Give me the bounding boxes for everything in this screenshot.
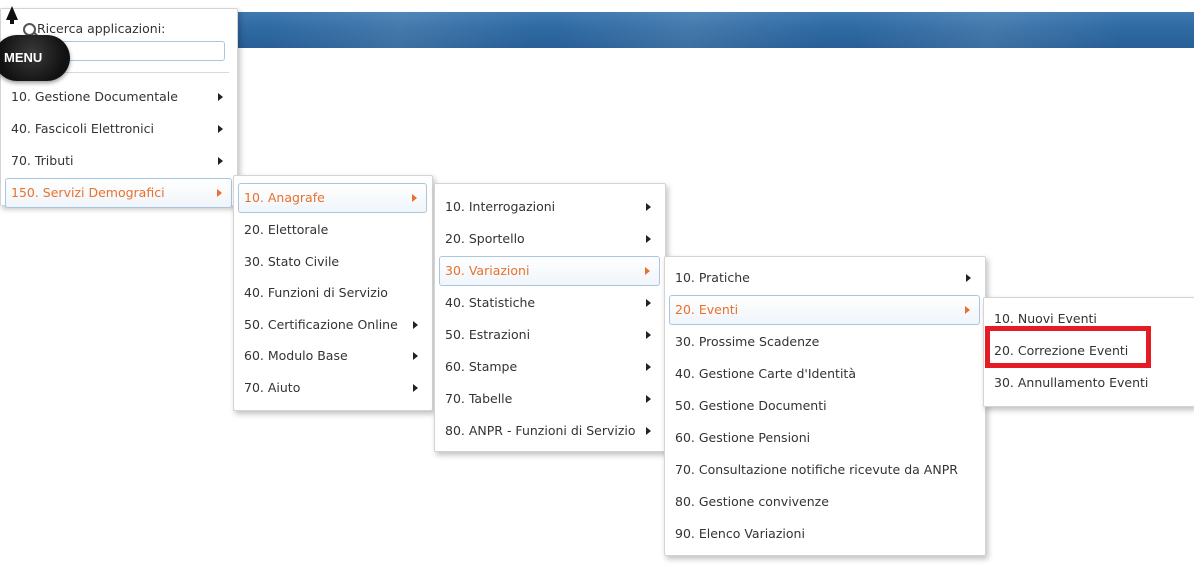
chevron-right-icon <box>218 157 223 165</box>
menu-item-label: 30. Stato Civile <box>244 253 340 269</box>
menu-item-60-modulo-base[interactable]: 60. Modulo Base <box>234 340 432 372</box>
chevron-right-icon <box>966 274 971 282</box>
chevron-right-icon <box>217 189 222 197</box>
menu-item-label: 80. Gestione convivenze <box>675 494 829 509</box>
chevron-right-icon <box>413 320 418 329</box>
anagrafe-submenu: 10. Interrogazioni 20. Sportello 30. Varia… <box>434 183 666 452</box>
menu-item-label: 40. Funzioni di Servizio <box>244 285 388 300</box>
chevron-right-icon <box>646 395 651 403</box>
menu-item-60-stampe[interactable]: 60. Stampe <box>435 351 665 383</box>
menu-item-10-anagrafe[interactable]: 10. Anagrafe <box>238 183 427 213</box>
menu-item-10-gestione-documentale[interactable]: 10. Gestione Documentale <box>1 81 237 113</box>
menu-item-70-tributi[interactable]: 70. Tributi <box>1 145 237 177</box>
menu-item-50-gestione-documenti[interactable]: 50. Gestione Documenti <box>665 390 985 422</box>
chevron-right-icon <box>218 93 223 101</box>
menu-item-70-aiuto[interactable]: 70. Aiuto <box>234 372 432 404</box>
menu-item-40-statistiche[interactable]: 40. Statistiche <box>435 287 665 319</box>
menu-item-label: 20. Sportello <box>445 231 525 246</box>
menu-item-label: 70. Tributi <box>11 153 74 168</box>
menu-item-150-servizi-demografici[interactable]: 150. Servizi Demografici <box>5 178 232 208</box>
chevron-right-icon <box>646 235 651 243</box>
servizi-demografici-items: 10. Anagrafe 20. Elettorale 30. Stato Civi… <box>234 176 432 403</box>
chevron-right-icon <box>646 299 651 307</box>
servizi-demografici-submenu: 10. Anagrafe 20. Elettorale 30. Stato Civi… <box>233 175 433 411</box>
menu-item-10-nuovi-eventi[interactable]: 10. Nuovi Eventi <box>984 303 1194 335</box>
menu-item-30-annullamento-eventi[interactable]: 30. Annullamento Eventi <box>984 367 1194 399</box>
chevron-right-icon <box>965 306 970 314</box>
mouse-cursor-icon <box>6 6 18 24</box>
menu-item-60-gestione-pensioni[interactable]: 60. Gestione Pensioni <box>665 422 985 454</box>
menu-item-label: 70. Aiuto <box>244 379 301 395</box>
chevron-right-icon <box>646 363 651 371</box>
menu-item-30-stato-civile[interactable]: 30. Stato Civile <box>234 246 432 278</box>
menu-item-label: 10. Pratiche <box>675 270 750 285</box>
menu-item-label: 50. Estrazioni <box>445 327 531 342</box>
menu-item-label: 10. Nuovi Eventi <box>994 311 1097 326</box>
menu-item-label: 50. Certificazione Online <box>244 316 398 332</box>
menu-item-label: 40. Statistiche <box>445 295 536 310</box>
search-label: Ricerca applicazioni: <box>37 21 166 36</box>
banner-streak <box>860 12 1120 48</box>
menu-item-20-sportello[interactable]: 20. Sportello <box>435 223 665 255</box>
chevron-right-icon <box>646 203 651 211</box>
menu-item-20-elettorale[interactable]: 20. Elettorale <box>234 214 432 246</box>
menu-item-label: 40. Fascicoli Elettronici <box>11 121 154 136</box>
menu-item-label: 60. Stampe <box>445 359 518 374</box>
menu-item-20-eventi[interactable]: 20. Eventi <box>669 295 980 325</box>
banner-streak <box>560 12 820 48</box>
menu-item-90-elenco-variazioni[interactable]: 90. Elenco Variazioni <box>665 518 985 550</box>
menu-item-30-prossime-scadenze[interactable]: 30. Prossime Scadenze <box>665 326 985 358</box>
anagrafe-items: 10. Interrogazioni 20. Sportello 30. Varia… <box>435 184 665 447</box>
menu-item-40-gestione-carte-d-identita[interactable]: 40. Gestione Carte d'Identità <box>665 358 985 390</box>
chevron-right-icon <box>413 352 418 360</box>
menu-item-label: 10. Anagrafe <box>244 190 325 205</box>
menu-item-80-anpr-funzioni-di-servizio[interactable]: 80. ANPR - Funzioni di Servizio <box>435 415 665 447</box>
main-menu-items: 10. Gestione Documentale 40. Fascicoli El… <box>1 81 237 208</box>
chevron-right-icon <box>646 427 651 435</box>
menu-button[interactable]: MENU <box>0 35 70 81</box>
menu-item-label: 60. Modulo Base <box>244 348 348 363</box>
menu-item-label: 80. ANPR - Funzioni di Servizio <box>445 423 636 438</box>
variazioni-items: 10. Pratiche 20. Eventi 30. Prossime Scade… <box>665 257 985 550</box>
menu-item-40-funzioni-di-servizio[interactable]: 40. Funzioni di Servizio <box>234 277 432 309</box>
menu-item-label: 70. Tabelle <box>445 391 513 406</box>
menu-item-label: 150. Servizi Demografici <box>11 185 165 200</box>
menu-item-label: 40. Gestione Carte d'Identità <box>675 366 856 381</box>
menu-item-label: 30. Variazioni <box>445 263 530 278</box>
menu-item-label: 60. Gestione Pensioni <box>675 430 811 445</box>
variazioni-submenu: 10. Pratiche 20. Eventi 30. Prossime Scade… <box>664 256 986 556</box>
menu-item-label: 50. Gestione Documenti <box>675 398 827 413</box>
menu-item-label: 30. Annullamento Eventi <box>994 375 1149 390</box>
menu-item-label: 20. Elettorale <box>244 222 329 237</box>
menu-item-50-certificazione-online[interactable]: 50. Certificazione Online <box>234 309 432 341</box>
menu-item-label: 70. Consultazione notifiche ricevute da … <box>675 462 958 477</box>
menu-item-label: 90. Elenco Variazioni <box>675 526 805 541</box>
menu-item-70-tabelle[interactable]: 70. Tabelle <box>435 383 665 415</box>
menu-item-80-gestione-convivenze[interactable]: 80. Gestione convivenze <box>665 486 985 518</box>
eventi-items: 10. Nuovi Eventi 20. Correzione Eventi 30.… <box>984 298 1194 399</box>
menu-item-50-estrazioni[interactable]: 50. Estrazioni <box>435 319 665 351</box>
chevron-right-icon <box>413 383 418 392</box>
menu-item-10-pratiche[interactable]: 10. Pratiche <box>665 262 985 294</box>
menu-item-30-variazioni[interactable]: 30. Variazioni <box>439 256 660 286</box>
chevron-right-icon <box>412 194 417 202</box>
chevron-right-icon <box>646 331 651 339</box>
chevron-right-icon <box>218 125 223 133</box>
menu-item-10-interrogazioni[interactable]: 10. Interrogazioni <box>435 191 665 223</box>
menu-item-label: 10. Gestione Documentale <box>11 89 178 104</box>
chevron-right-icon <box>645 267 650 275</box>
menu-item-20-correzione-eventi[interactable]: 20. Correzione Eventi <box>984 335 1194 367</box>
menu-item-label: 20. Eventi <box>675 302 739 317</box>
menu-item-70-consultazione-notifiche-ricevute-da-anpr[interactable]: 70. Consultazione notifiche ricevute da … <box>665 454 985 486</box>
menu-item-label: 10. Interrogazioni <box>445 199 556 214</box>
menu-item-40-fascicoli-elettronici[interactable]: 40. Fascicoli Elettronici <box>1 113 237 145</box>
app-root: Ricerca applicazioni: 10. Gestione Docum… <box>0 0 1194 568</box>
banner-streak <box>270 12 530 48</box>
menu-item-label: 20. Correzione Eventi <box>994 343 1129 358</box>
eventi-submenu: 10. Nuovi Eventi 20. Correzione Eventi 30.… <box>983 297 1194 407</box>
menu-item-label: 30. Prossime Scadenze <box>675 334 820 349</box>
